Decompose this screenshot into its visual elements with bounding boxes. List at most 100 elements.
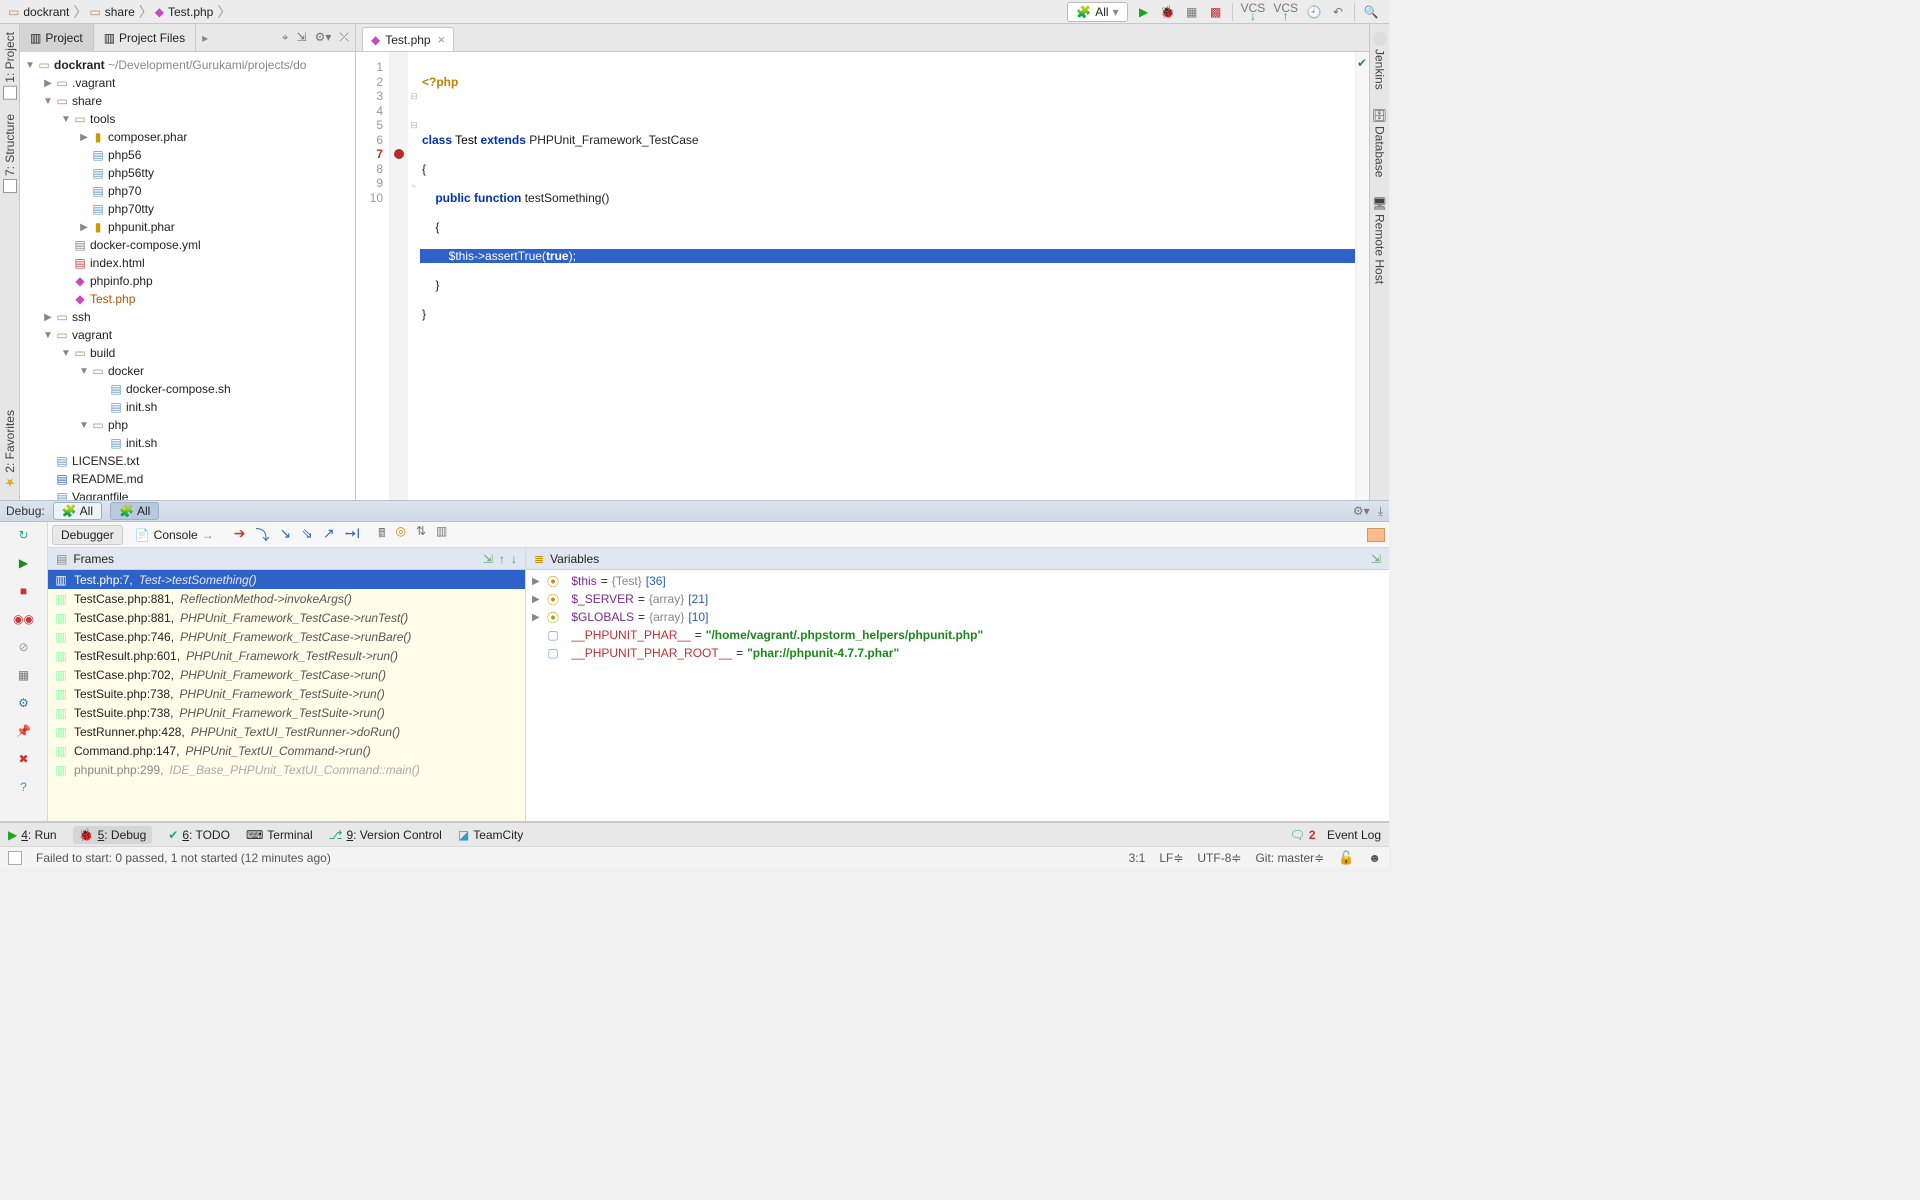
close-icon[interactable]: ×	[438, 32, 446, 47]
tree-item[interactable]: ▶▭.vagrant	[20, 74, 355, 92]
dock-favorites-button[interactable]: ★2: Favorites	[3, 410, 17, 490]
hide-icon[interactable]: ⤓	[1378, 504, 1383, 519]
pin-icon[interactable]: 📌	[15, 722, 33, 740]
variable-row[interactable]: ▶⦿ $GLOBALS = {array} [10]	[526, 608, 1389, 626]
toolwindow-debug[interactable]: 🐞5: Debug	[73, 826, 153, 844]
variable-row[interactable]: ▶⦿ $_SERVER = {array} [21]	[526, 590, 1389, 608]
tree-item[interactable]: ▶▮composer.phar	[20, 128, 355, 146]
code-editor[interactable]: 12345678910 ⊟⊟⌞ <?php class Test extends…	[356, 52, 1369, 500]
gear-icon[interactable]: ⚙▾	[315, 30, 332, 45]
step-out-icon[interactable]: ↗	[323, 525, 335, 545]
collapse-all-icon[interactable]: ⇲	[297, 30, 307, 45]
step-over-icon[interactable]: ⤵	[255, 525, 269, 545]
lock-icon[interactable]: 🔓	[1338, 850, 1354, 866]
scroll-target-icon[interactable]: ⌖	[282, 30, 289, 45]
stack-frame[interactable]: ▥Command.php:147, PHPUnit_TextUI_Command…	[48, 741, 525, 760]
error-stripe[interactable]: ✔	[1355, 52, 1369, 500]
tree-item[interactable]: ▤README.md	[20, 470, 355, 488]
tree-item[interactable]: ▼▭vagrant	[20, 326, 355, 344]
step-into-icon[interactable]: ↘	[279, 525, 291, 545]
dock-database-button[interactable]: 🗄Database	[1373, 108, 1387, 178]
run-config-selector[interactable]: 🧩 All ▾	[1067, 2, 1127, 22]
toolwindow-terminal[interactable]: ⌨Terminal	[246, 828, 313, 842]
toolwindow-todo[interactable]: ✔6: TODO	[168, 828, 230, 842]
restore-icon[interactable]: ⇲	[1371, 552, 1381, 566]
tree-item[interactable]: ▶▭ssh	[20, 308, 355, 326]
revert-button[interactable]: ↶	[1330, 4, 1346, 20]
tree-item[interactable]: ▤init.sh	[20, 398, 355, 416]
rerun-icon[interactable]: ↻	[15, 526, 33, 544]
toolwindow-vcs[interactable]: ⎇9: Version Control	[329, 828, 442, 842]
tree-item[interactable]: ▤LICENSE.txt	[20, 452, 355, 470]
watch-icon[interactable]: ◎	[395, 524, 405, 545]
editor-tab[interactable]: ◆ Test.php ×	[362, 27, 454, 51]
breakpoint-gutter[interactable]	[390, 52, 408, 500]
hector-icon[interactable]: ☻	[1368, 851, 1381, 865]
gear-icon[interactable]: ⚙▾	[1353, 504, 1370, 518]
debug-button[interactable]: 🐞	[1160, 4, 1176, 20]
tree-root[interactable]: ▼▭dockrant ~/Development/Gurukami/projec…	[20, 56, 355, 74]
dropdown-icon[interactable]: ⇲	[483, 552, 493, 566]
variable-row[interactable]: ▶⦿ $this = {Test} [36]	[526, 572, 1389, 590]
memory-icon[interactable]: ▥	[436, 524, 447, 545]
tree-item[interactable]: ▤docker-compose.sh	[20, 380, 355, 398]
tree-item[interactable]: ▶▮phpunit.phar	[20, 218, 355, 236]
dock-jenkins-button[interactable]: Jenkins	[1373, 32, 1387, 90]
settings-icon[interactable]: ⚙	[15, 694, 33, 712]
tree-item[interactable]: ◆phpinfo.php	[20, 272, 355, 290]
tab-project-files[interactable]: ▥Project Files	[94, 24, 196, 52]
tree-item[interactable]: ▤docker-compose.yml	[20, 236, 355, 254]
resume-icon[interactable]: ▶	[15, 554, 33, 572]
tree-item[interactable]: ▼▭php	[20, 416, 355, 434]
tree-item[interactable]: ▼▭build	[20, 344, 355, 362]
stop-icon[interactable]: ■	[15, 582, 33, 600]
debug-session-tab[interactable]: 🧩All	[53, 502, 102, 520]
tree-item[interactable]: ▤index.html	[20, 254, 355, 272]
stack-frame[interactable]: ▥TestCase.php:746, PHPUnit_Framework_Tes…	[48, 627, 525, 646]
breadcrumb-root[interactable]: ▭ dockrant	[4, 1, 75, 23]
restore-layout-icon[interactable]: ▦	[15, 666, 33, 684]
run-to-cursor-icon[interactable]: ➙I	[345, 525, 361, 545]
fold-gutter[interactable]: ⊟⊟⌞	[408, 52, 420, 500]
tree-item[interactable]: ▼▭docker	[20, 362, 355, 380]
stack-frame[interactable]: ▥TestSuite.php:738, PHPUnit_Framework_Te…	[48, 684, 525, 703]
tree-item[interactable]: ▼▭share	[20, 92, 355, 110]
vcs-update-button[interactable]: VCS↓	[1241, 4, 1266, 20]
debug-session-tab-active[interactable]: 🧩All	[110, 502, 159, 520]
history-button[interactable]: 🕘	[1306, 4, 1322, 20]
stack-frame[interactable]: ▥TestSuite.php:738, PHPUnit_Framework_Te…	[48, 703, 525, 722]
git-branch[interactable]: Git: master≑	[1255, 851, 1324, 865]
tree-item[interactable]: ▤php70tty	[20, 200, 355, 218]
mute-breakpoints-icon[interactable]: ⊘	[15, 638, 33, 656]
vcs-commit-button[interactable]: VCS↑	[1273, 4, 1298, 20]
breakpoints-icon[interactable]: ◉◉	[15, 610, 33, 628]
tree-item[interactable]: ▤init.sh	[20, 434, 355, 452]
event-log-button[interactable]: 🗨2 Event Log	[1290, 828, 1381, 842]
caret-position[interactable]: 3:1	[1129, 851, 1146, 865]
dock-structure-button[interactable]: 7: Structure	[3, 114, 17, 193]
stack-frame[interactable]: ▥TestRunner.php:428, PHPUnit_TextUI_Test…	[48, 722, 525, 741]
stack-frame[interactable]: ▥TestCase.php:881, PHPUnit_Framework_Tes…	[48, 608, 525, 627]
stack-frame[interactable]: ▥phpunit.php:299, IDE_Base_PHPUnit_TextU…	[48, 760, 525, 779]
stack-frame[interactable]: ▥Test.php:7, Test->testSomething()	[48, 570, 525, 589]
close-icon[interactable]: ✖	[15, 750, 33, 768]
stack-frame[interactable]: ▥TestCase.php:702, PHPUnit_Framework_Tes…	[48, 665, 525, 684]
stack-frame[interactable]: ▥TestCase.php:881, ReflectionMethod->inv…	[48, 589, 525, 608]
sort-icon[interactable]: ⇅	[416, 524, 426, 545]
project-tree[interactable]: ▼▭dockrant ~/Development/Gurukami/projec…	[20, 52, 355, 500]
tree-item[interactable]: ▼▭tools	[20, 110, 355, 128]
variable-row[interactable]: ▢ __PHPUNIT_PHAR_ROOT__ = "phar://phpuni…	[526, 644, 1389, 662]
tree-item[interactable]: ▤php70	[20, 182, 355, 200]
layout-indicator-icon[interactable]	[1367, 528, 1385, 542]
toolwindow-run[interactable]: ▶4: Run	[8, 828, 57, 842]
line-separator[interactable]: LF≑	[1159, 851, 1183, 865]
breadcrumb-share[interactable]: ▭ share	[85, 1, 140, 23]
prev-frame-icon[interactable]: ↑	[499, 552, 505, 566]
show-exec-point-icon[interactable]: ➔	[234, 525, 246, 545]
evaluate-icon[interactable]: 🖩	[378, 524, 385, 545]
help-icon[interactable]: ?	[15, 778, 33, 796]
run-button[interactable]: ▶	[1136, 4, 1152, 20]
force-step-into-icon[interactable]: ⇘	[301, 525, 313, 545]
tree-item-active[interactable]: ◆Test.php	[20, 290, 355, 308]
breadcrumb-file[interactable]: ◆ Test.php	[151, 1, 220, 23]
